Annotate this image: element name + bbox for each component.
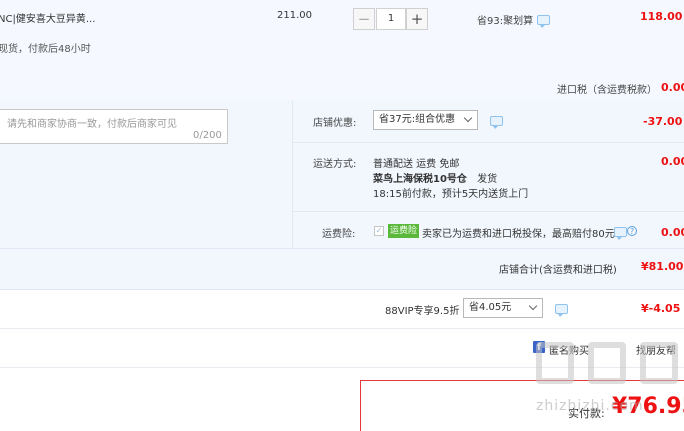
- import-tax-value: 0.00: [661, 81, 684, 94]
- watermark-logo: [536, 342, 574, 384]
- quantity-input[interactable]: 1: [376, 8, 406, 30]
- message-placeholder: 请先和商家协商一致，付款后商家可见: [7, 119, 177, 130]
- insurance-text: 卖家已为运费和进口税投保，最高赔付80元: [422, 229, 615, 240]
- divider: [0, 328, 684, 329]
- shop-discount-select[interactable]: 省37元:组合优惠: [373, 110, 478, 130]
- item-discount-label: 省93:聚划算: [477, 16, 534, 27]
- seller-message-input[interactable]: 请先和商家协商一致，付款后商家可见 0/200: [0, 109, 228, 144]
- help-icon[interactable]: ?: [627, 226, 637, 236]
- chat-icon[interactable]: [555, 304, 568, 317]
- shipping-value: 0.00: [661, 155, 684, 168]
- shipping-eta: 18:15前付款，预计5天内送货上门: [373, 189, 529, 200]
- shop-discount-value: -37.00: [643, 115, 683, 128]
- product-title[interactable]: NC|健安喜大豆异黄...: [0, 10, 95, 25]
- insurance-checkbox[interactable]: ✓: [374, 226, 384, 236]
- warehouse-name: 菜鸟上海保税10号仓: [373, 174, 467, 185]
- divider: [293, 211, 684, 212]
- shop-discount-label: 店铺优惠:: [313, 118, 357, 129]
- divider: [293, 142, 684, 143]
- insurance-value: 0.00: [661, 226, 684, 239]
- insurance-label: 运费险:: [322, 229, 356, 240]
- quantity-decrease-button[interactable]: −: [353, 8, 375, 30]
- quantity-increase-button[interactable]: +: [406, 8, 428, 30]
- watermark-text: zhizhizhi.com: [536, 398, 644, 414]
- warehouse-suffix: 发货: [477, 174, 498, 185]
- chat-icon[interactable]: [614, 227, 627, 240]
- item-subtotal: 118.00: [640, 10, 683, 23]
- shop-total-label: 店铺合计(含运费和进口税): [499, 265, 617, 276]
- insurance-badge: 运费险: [388, 224, 420, 238]
- vip-selected: 省4.05元: [469, 302, 512, 313]
- chevron-down-icon: [463, 113, 473, 123]
- shipping-method: 普通配送 运费 免邮: [373, 159, 460, 170]
- chat-icon[interactable]: [537, 15, 550, 28]
- message-counter: 0/200: [193, 130, 222, 141]
- divider: [292, 100, 293, 248]
- shipping-label: 运送方式:: [313, 159, 357, 170]
- watermark-logo: [640, 342, 678, 384]
- vip-label: 88VIP专享9.5折: [385, 306, 460, 317]
- divider: [0, 367, 684, 368]
- import-tax-label: 进口税（含运费税款）: [557, 85, 657, 96]
- chat-icon[interactable]: [490, 116, 503, 129]
- watermark-logo: [588, 342, 626, 384]
- shipping-warehouse: 菜鸟上海保税10号仓 发货: [373, 170, 497, 185]
- chevron-down-icon: [528, 301, 538, 311]
- shop-total-value: ¥81.00: [641, 260, 684, 273]
- vip-value: ¥-4.05: [641, 302, 681, 315]
- unit-price: 211.00: [277, 10, 312, 21]
- delivery-note: 现货，付款后48小时: [0, 44, 91, 55]
- vip-discount-select[interactable]: 省4.05元: [463, 298, 543, 318]
- shop-discount-selected: 省37元:组合优惠: [379, 114, 456, 125]
